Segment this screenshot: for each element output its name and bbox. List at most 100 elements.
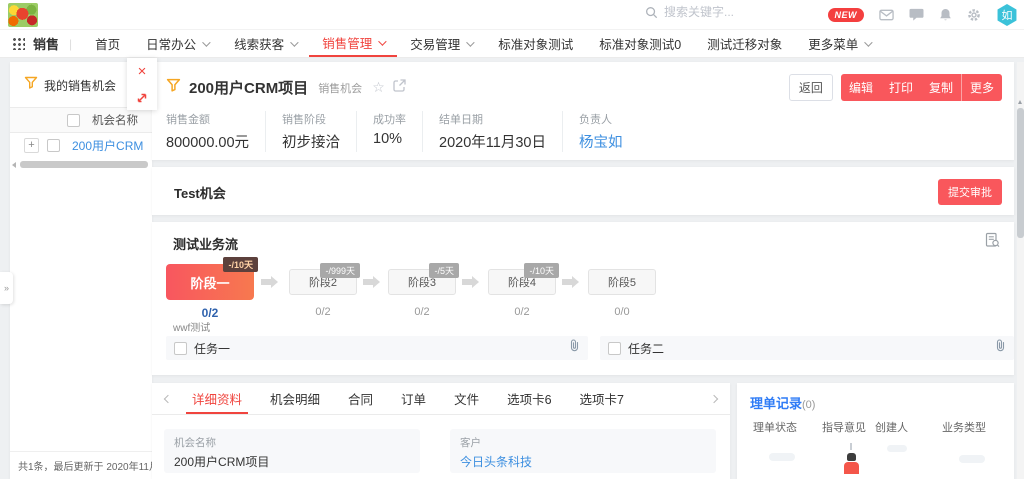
tab-opportunity-items[interactable]: 机会明细 xyxy=(256,383,334,414)
chevron-down-icon xyxy=(202,38,210,46)
workflow-note: wwf测试 xyxy=(173,319,210,334)
column-header[interactable]: 机会名称 xyxy=(92,112,138,128)
print-button[interactable]: 打印 xyxy=(881,74,921,101)
close-icon[interactable]: × xyxy=(138,64,147,79)
tab-custom-7[interactable]: 选项卡7 xyxy=(566,383,638,414)
records-column-guidance: 指导意见 xyxy=(822,419,875,435)
nav-item-trade-mgmt[interactable]: 交易管理 xyxy=(397,30,485,57)
chat-icon[interactable] xyxy=(909,8,924,22)
records-title[interactable]: 理单记录(0) xyxy=(750,393,815,412)
stage-1[interactable]: 阶段一 -/10天 xyxy=(166,264,254,300)
workflow-section: 测试业务流 阶段一 -/10天 阶段2 -/999天 阶段3 -/5天 阶段4 … xyxy=(152,222,1014,375)
owner-link[interactable]: 杨宝如 xyxy=(579,131,623,152)
bell-icon[interactable] xyxy=(939,8,952,22)
gear-icon[interactable] xyxy=(967,8,981,22)
stage-progress[interactable]: 0/2 xyxy=(166,306,254,320)
nav-divider: | xyxy=(69,37,72,51)
tabs-scroll-right[interactable] xyxy=(704,383,724,414)
more-button[interactable]: 更多 xyxy=(961,74,1002,101)
nav-item-daily-office[interactable]: 日常办公 xyxy=(133,30,221,57)
document-search-icon[interactable] xyxy=(985,232,1000,253)
row-checkbox[interactable] xyxy=(47,139,60,152)
approval-section: Test机会 提交审批 xyxy=(152,167,1014,215)
funnel-icon xyxy=(166,78,181,98)
select-all-checkbox[interactable] xyxy=(67,114,80,127)
records-panel: 理单记录(0) 理单状态 指导意见 创建人 业务类型 xyxy=(737,383,1014,479)
list-header-row: 机会名称 xyxy=(10,107,152,133)
tab-custom-6[interactable]: 选项卡6 xyxy=(493,383,565,414)
app-name[interactable]: 销售 xyxy=(33,34,59,53)
paperclip-icon[interactable] xyxy=(569,339,580,357)
field-owner: 负责人 杨宝如 xyxy=(562,111,639,152)
stage-3[interactable]: 阶段3 -/5天 xyxy=(388,269,456,295)
nav-item-home[interactable]: 首页 xyxy=(82,30,133,57)
approval-title: Test机会 xyxy=(174,183,226,202)
nav-item-leads[interactable]: 线索获客 xyxy=(221,30,309,57)
nav-item-migrate-object-test[interactable]: 测试迁移对象 xyxy=(694,30,795,57)
company-logo[interactable] xyxy=(8,3,38,27)
nav-item-std-object-test0[interactable]: 标准对象测试0 xyxy=(586,30,694,57)
vertical-scrollbar[interactable] xyxy=(1017,62,1024,479)
mail-icon[interactable] xyxy=(879,9,894,21)
back-button[interactable]: 返回 xyxy=(789,74,833,101)
paperclip-icon[interactable] xyxy=(995,339,1006,357)
table-row[interactable]: + 200用户CRM xyxy=(10,133,152,157)
field-opportunity-name: 机会名称 200用户CRM项目 xyxy=(164,429,420,473)
chevron-down-icon xyxy=(466,38,474,46)
stage-5[interactable]: 阶段5 xyxy=(588,269,656,295)
tabs-scroll-left[interactable] xyxy=(158,383,178,414)
scrollbar-thumb[interactable] xyxy=(20,161,148,168)
stage-progress: 0/2 xyxy=(488,306,556,318)
field-success-rate: 成功率 10% xyxy=(356,111,422,152)
nav-item-std-object-test[interactable]: 标准对象测试 xyxy=(485,30,586,57)
records-column-creator: 创建人 xyxy=(875,419,942,435)
edit-button[interactable]: 编辑 xyxy=(841,74,881,101)
stage-duration-badge: -/10天 xyxy=(223,257,258,272)
scrollbar-thumb[interactable] xyxy=(1017,108,1024,238)
customer-link[interactable]: 今日头条科技 xyxy=(460,453,706,470)
tab-detail-info[interactable]: 详细资料 xyxy=(178,383,256,414)
nav-item-more-menu[interactable]: 更多菜单 xyxy=(795,30,883,57)
task-checkbox[interactable] xyxy=(174,342,187,355)
opportunity-link[interactable]: 200用户CRM xyxy=(72,137,143,154)
detail-tabs-section: 详细资料 机会明细 合同 订单 文件 选项卡6 选项卡7 机会名称 200用户C… xyxy=(152,383,730,479)
share-icon[interactable] xyxy=(393,79,406,97)
task-checkbox[interactable] xyxy=(608,342,621,355)
sidebar-collapse-handle[interactable]: » xyxy=(0,272,13,304)
horizontal-scrollbar[interactable] xyxy=(10,161,152,169)
copy-button[interactable]: 复制 xyxy=(921,74,961,101)
flow-arrow-icon xyxy=(261,279,271,285)
list-status-bar: 共1条，最后更新于 2020年11月21日 xyxy=(10,451,152,479)
opportunity-list-panel: 我的销售机会 机会名称 + 200用户CRM 共1条，最后更新于 2020年11… xyxy=(10,62,152,479)
tab-contracts[interactable]: 合同 xyxy=(334,383,387,414)
flow-arrow-icon xyxy=(562,279,572,285)
search-input[interactable] xyxy=(664,5,814,19)
workflow-title: 测试业务流 xyxy=(173,234,238,253)
list-view-title[interactable]: 我的销售机会 xyxy=(44,77,116,94)
field-close-date: 结单日期 2020年11月30日 xyxy=(422,111,562,152)
task-item[interactable]: 任务一 xyxy=(166,336,588,360)
expand-row-button[interactable]: + xyxy=(24,138,39,153)
star-icon[interactable]: ☆ xyxy=(372,79,385,96)
expand-diagonal-icon[interactable] xyxy=(136,92,148,104)
nav-item-sales-mgmt[interactable]: 销售管理 xyxy=(309,30,397,57)
scroll-up-icon[interactable] xyxy=(1018,100,1022,104)
task-item[interactable]: 任务二 xyxy=(600,336,1014,360)
tab-orders[interactable]: 订单 xyxy=(387,383,440,414)
field-customer: 客户 今日头条科技 xyxy=(450,429,716,473)
opportunity-detail-header: 200用户CRM项目 销售机会 ☆ 返回 编辑 打印 复制 更多 销售金额 80… xyxy=(152,62,1014,160)
apps-grid-icon[interactable] xyxy=(12,37,25,50)
funnel-icon xyxy=(24,76,38,95)
records-column-biz-type: 业务类型 xyxy=(942,419,986,435)
global-search[interactable] xyxy=(645,5,814,19)
empty-state-illustration xyxy=(737,441,1014,479)
stage-2[interactable]: 阶段2 -/999天 xyxy=(289,269,357,295)
tab-files[interactable]: 文件 xyxy=(440,383,493,414)
panel-float-tools: × xyxy=(127,58,157,110)
chevron-down-icon xyxy=(864,38,872,46)
scroll-left-icon[interactable] xyxy=(12,162,16,168)
user-avatar[interactable]: 如 xyxy=(996,4,1018,26)
stage-progress: 0/2 xyxy=(289,306,357,318)
submit-approval-button[interactable]: 提交审批 xyxy=(938,179,1002,205)
stage-4[interactable]: 阶段4 -/10天 xyxy=(488,269,556,295)
